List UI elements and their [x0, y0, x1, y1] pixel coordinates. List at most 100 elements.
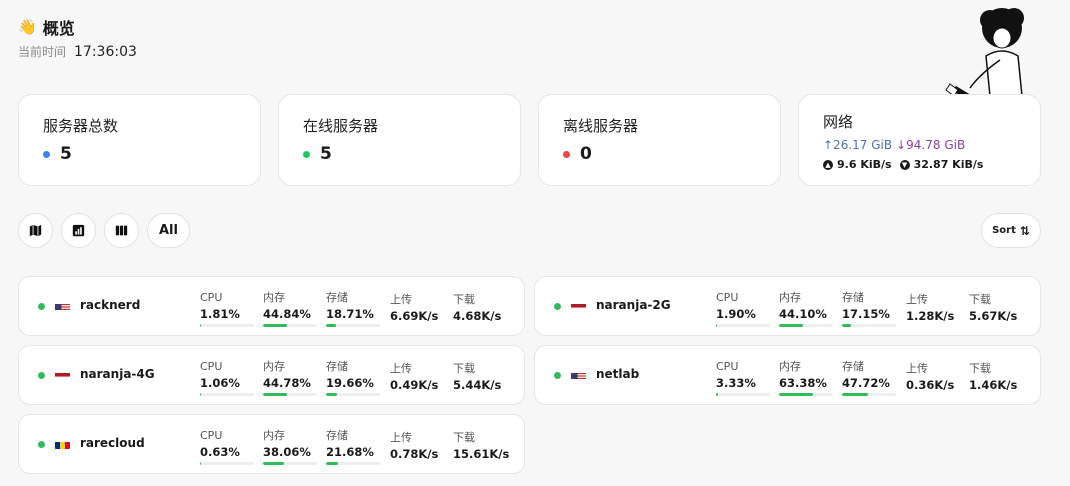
metric-bar [200, 393, 254, 396]
metric-value: 0.78K/s [390, 447, 439, 461]
stat-label: 在线服务器 [303, 117, 379, 135]
metric-label: 上传 [906, 362, 928, 375]
server-name: rarecloud [80, 436, 145, 450]
server-name: naranja-4G [80, 367, 155, 381]
metric-down: 下载 15.61K/s [453, 429, 509, 462]
stat-value: 5 [320, 144, 332, 164]
metric-label: 存储 [326, 360, 348, 373]
metric-cpu: CPU 0.63% [200, 429, 254, 465]
flag-nl-icon [55, 369, 70, 380]
metric-value: 6.69K/s [390, 309, 439, 323]
metric-label: 内存 [263, 429, 285, 442]
metric-value: 44.78% [263, 376, 311, 390]
metric-bar-fill [326, 393, 337, 396]
metric-up: 上传 0.78K/s [390, 429, 438, 462]
metric-bar [326, 462, 380, 465]
metric-up: 上传 6.69K/s [390, 291, 438, 324]
metric-label: 上传 [390, 431, 412, 444]
metric-cpu: CPU 1.06% [200, 360, 254, 396]
page-title: 概览 [42, 19, 75, 38]
metric-down: 下载 5.67K/s [969, 291, 1017, 324]
metric-bar [716, 393, 770, 396]
metric-disk: 存储 47.72% [842, 360, 896, 396]
metric-bar-fill [200, 324, 202, 327]
metric-bar-fill [263, 324, 288, 327]
stat-label: 服务器总数 [43, 117, 119, 135]
metric-value: 5.44K/s [453, 378, 502, 392]
sort-label: Sort [992, 225, 1016, 236]
metric-value: 44.84% [263, 307, 311, 321]
metric-label: 存储 [326, 429, 348, 442]
metric-down: 下载 4.68K/s [453, 291, 501, 324]
server-name: racknerd [80, 298, 141, 312]
status-dot [563, 150, 570, 158]
metric-bar-fill [263, 462, 284, 465]
metric-down: 下载 5.44K/s [453, 360, 501, 393]
metric-cpu: CPU 3.33% [716, 360, 770, 396]
metric-bar [200, 324, 254, 327]
online-status-dot [554, 372, 561, 379]
filter-all-button[interactable]: All [147, 213, 190, 248]
metric-label: CPU [716, 291, 739, 304]
sort-button[interactable]: Sort ⇅ [981, 213, 1041, 248]
download-speed: 32.87 KiB/s [913, 158, 984, 171]
server-card-racknerd[interactable]: racknerd CPU 1.81% 内存 44.84% 存储 18.71% 上传 6.69K/… [18, 276, 525, 336]
download-speed-icon: ▼ [899, 159, 910, 170]
metric-bar [779, 393, 833, 396]
stat-card-total: 服务器总数 5 [18, 94, 261, 186]
metric-label: 内存 [779, 291, 801, 304]
metric-bar-fill [716, 393, 718, 396]
metric-bar [263, 393, 317, 396]
metric-bar-fill [263, 393, 288, 396]
metric-bar [263, 324, 317, 327]
metric-mem: 内存 63.38% [779, 360, 833, 396]
metric-label: 上传 [390, 293, 412, 306]
metric-value: 1.06% [200, 376, 240, 390]
stat-card-network: 网络 ↑26.17 GiB ↓94.78 GiB ▲ 9.6 KiB/s ▼ 3… [798, 94, 1041, 186]
metric-label: CPU [200, 291, 223, 304]
metric-label: CPU [200, 360, 223, 373]
metric-bar [200, 462, 254, 465]
metric-bar [326, 324, 380, 327]
metric-mem: 内存 44.84% [263, 291, 317, 327]
server-card-rarecloud[interactable]: rarecloud CPU 0.63% 内存 38.06% 存储 21.68% 上传 0.78K… [18, 414, 525, 474]
metric-up: 上传 0.49K/s [390, 360, 438, 393]
metric-label: 内存 [779, 360, 801, 373]
chart-view-button[interactable] [61, 213, 96, 248]
view-toolbar: All [18, 213, 190, 248]
stat-card-offline: 离线服务器 0 [538, 94, 781, 186]
status-dot [303, 150, 310, 158]
metric-cpu: CPU 1.81% [200, 291, 254, 327]
page-header: 👋 概览 当前时间 17:36:03 [18, 14, 137, 60]
metric-mem: 内存 44.78% [263, 360, 317, 396]
metric-value: 1.28K/s [906, 309, 955, 323]
metric-bar-fill [779, 393, 814, 396]
metric-bar [842, 324, 896, 327]
flag-us-icon [571, 369, 586, 380]
columns-view-button[interactable] [104, 213, 139, 248]
metric-bar-fill [842, 324, 852, 327]
network-label: 网络 [823, 113, 854, 131]
metric-down: 下载 1.46K/s [969, 360, 1017, 393]
server-card-naranja-4G[interactable]: naranja-4G CPU 1.06% 内存 44.78% 存储 19.66% 上传 0.49… [18, 345, 525, 405]
metric-value: 1.81% [200, 307, 240, 321]
metric-bar-fill [779, 324, 803, 327]
metric-value: 4.68K/s [453, 309, 502, 323]
map-view-button[interactable] [18, 213, 53, 248]
metric-bar-fill [326, 324, 337, 327]
metric-up: 上传 1.28K/s [906, 291, 954, 324]
server-card-naranja-2G[interactable]: naranja-2G CPU 1.90% 内存 44.10% 存储 17.15% 上传 1.28… [534, 276, 1041, 336]
metric-label: 下载 [969, 362, 991, 375]
metric-bar-fill [200, 462, 202, 465]
metric-value: 47.72% [842, 376, 890, 390]
metric-label: 上传 [390, 362, 412, 375]
server-name: naranja-2G [596, 298, 671, 312]
metric-disk: 存储 18.71% [326, 291, 380, 327]
metric-label: 内存 [263, 291, 285, 304]
metric-up: 上传 0.36K/s [906, 360, 954, 393]
metric-label: 存储 [842, 360, 864, 373]
server-card-netlab[interactable]: netlab CPU 3.33% 内存 63.38% 存储 47.72% 上传 0.36K/s 下… [534, 345, 1041, 405]
metric-bar-fill [716, 324, 718, 327]
metric-value: 44.10% [779, 307, 827, 321]
metric-label: 下载 [453, 362, 475, 375]
